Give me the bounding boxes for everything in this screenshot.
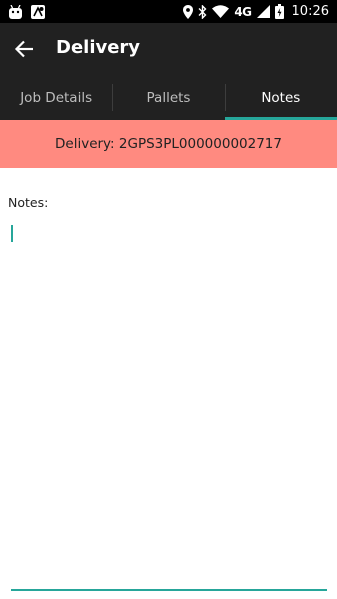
bluetooth-icon [198, 4, 207, 19]
android-icon [8, 5, 23, 19]
location-icon [183, 4, 194, 19]
status-bar: 4G 10:26 [0, 0, 337, 23]
page-title: Delivery [56, 37, 141, 58]
network-type: 4G [234, 4, 252, 19]
delivery-banner: Delivery: 2GPS3PL000000002717 [0, 120, 337, 168]
tab-notes[interactable]: Notes [224, 75, 337, 120]
tab-pallets[interactable]: Pallets [112, 75, 224, 120]
delivery-id-text: Delivery: 2GPS3PL000000002717 [55, 136, 282, 152]
battery-icon [274, 4, 284, 19]
status-time: 10:26 [291, 4, 329, 19]
cell-signal-icon [256, 5, 270, 18]
arrow-left-icon [14, 40, 33, 58]
tab-job-details[interactable]: Job Details [0, 75, 112, 120]
notes-input-underline [11, 589, 327, 591]
tab-label: Job Details [20, 89, 93, 106]
status-left [8, 4, 45, 20]
map-icon [31, 5, 45, 19]
notes-label: Notes: [8, 195, 49, 210]
tab-bar: Job Details Pallets Notes [0, 75, 337, 120]
tab-label: Pallets [146, 89, 191, 106]
wifi-icon [212, 5, 230, 18]
app-bar: Delivery [0, 23, 337, 75]
tab-label: Notes [261, 89, 301, 106]
notes-input[interactable] [8, 215, 329, 590]
status-right: 4G 10:26 [183, 3, 329, 20]
back-button[interactable] [12, 36, 38, 62]
